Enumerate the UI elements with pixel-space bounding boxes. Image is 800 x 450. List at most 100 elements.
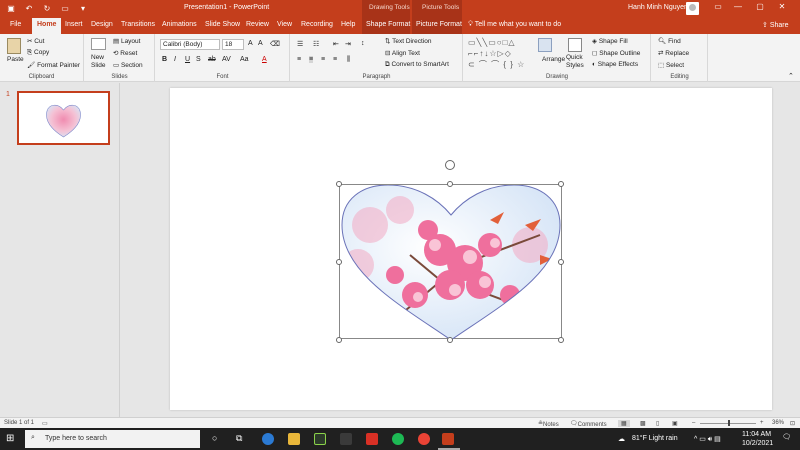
paste-icon[interactable] (7, 38, 21, 54)
heart-picture[interactable] (340, 185, 562, 341)
strikethrough-icon[interactable]: ab (208, 56, 216, 63)
align-text-button[interactable]: ⊟ Align Text (385, 49, 420, 57)
copy-button[interactable]: ⎘ Copy (27, 49, 49, 57)
tab-view[interactable]: View (277, 21, 292, 28)
user-name[interactable]: Hanh Minh Nguyen (628, 4, 688, 11)
wps-icon[interactable] (366, 433, 378, 445)
chrome-icon[interactable] (418, 433, 430, 445)
share-button[interactable]: ⇪ Share (762, 21, 789, 29)
weather-text[interactable]: 81°F Light rain (632, 435, 678, 442)
text-direction-button[interactable]: ⇅ Text Direction (385, 37, 432, 45)
find-button[interactable]: 🔍︎ Find (658, 37, 681, 45)
replace-button[interactable]: ⇄ Replace (658, 49, 689, 57)
accessibility-icon[interactable]: ▭ (42, 420, 48, 427)
resize-handle-left[interactable] (336, 259, 342, 265)
resize-handle-bottom-left[interactable] (336, 337, 342, 343)
save-icon[interactable]: ▣ (6, 3, 16, 13)
collapse-ribbon-icon[interactable]: ⌃ (788, 72, 794, 80)
notes-button[interactable]: ≗ Notes (538, 420, 559, 428)
taskbar-search[interactable]: ⌕ Type here to search (25, 430, 200, 448)
redo-icon[interactable]: ↻ (42, 3, 52, 13)
select-button[interactable]: ⬚ Select (658, 61, 684, 69)
character-spacing-icon[interactable]: AV (222, 56, 231, 63)
align-center-icon[interactable]: ≡ (309, 56, 314, 63)
weather-icon[interactable]: ☁ (618, 435, 625, 443)
windows-start-icon[interactable]: ⊞ (6, 433, 14, 444)
shadow-icon[interactable]: S (196, 56, 201, 63)
paste-label[interactable]: Paste (7, 56, 24, 63)
change-case-icon[interactable]: Aa (240, 56, 249, 63)
new-slide-icon[interactable] (91, 38, 106, 50)
clock-time[interactable]: 11:04 AM (742, 431, 771, 438)
slide-canvas[interactable] (170, 88, 772, 410)
font-family-select[interactable]: Calibri (Body) (160, 39, 220, 50)
bullets-icon[interactable]: ☰ (297, 40, 303, 48)
maximize-icon[interactable]: ▢ (754, 2, 766, 11)
system-tray-icons[interactable]: ^ ▭ 🔊︎ ▤ (694, 435, 721, 444)
format-painter-button[interactable]: 🖌︎ Format Painter (27, 61, 80, 69)
shape-fill-button[interactable]: ◈ Shape Fill (592, 37, 628, 45)
section-button[interactable]: ▭ Section (113, 61, 143, 69)
zoom-out-icon[interactable]: – (692, 420, 695, 426)
slide-sorter-icon[interactable]: ▩ (640, 420, 646, 427)
font-color-icon[interactable]: A (262, 56, 267, 63)
minimize-icon[interactable]: — (732, 2, 744, 11)
normal-view-icon[interactable]: ▦ (618, 420, 630, 427)
resize-handle-top-right[interactable] (558, 181, 564, 187)
customize-qat-icon[interactable]: ▾ (78, 3, 88, 13)
tab-recording[interactable]: Recording (301, 21, 333, 28)
clock-date[interactable]: 10/2/2021 (742, 440, 773, 447)
reading-view-icon[interactable]: ▯ (656, 420, 659, 427)
decrease-font-icon[interactable]: A (258, 40, 263, 47)
tab-insert[interactable]: Insert (65, 21, 83, 28)
tab-design[interactable]: Design (91, 21, 113, 28)
tell-me-search[interactable]: 💡︎ Tell me what you want to do (468, 21, 561, 29)
tab-review[interactable]: Review (246, 21, 269, 28)
spotify-icon[interactable] (392, 433, 404, 445)
clear-formatting-icon[interactable]: ⌫ (270, 40, 280, 48)
resize-handle-top[interactable] (447, 181, 453, 187)
resize-handle-bottom-right[interactable] (558, 337, 564, 343)
tab-help[interactable]: Help (341, 21, 355, 28)
reset-button[interactable]: ⟲ Reset (113, 49, 137, 57)
undo-icon[interactable]: ↶ (24, 3, 34, 13)
task-view-icon[interactable]: ⧉ (236, 433, 242, 444)
underline-icon[interactable]: U (185, 56, 190, 63)
ribbon-display-options-icon[interactable]: ▭ (712, 2, 724, 11)
resize-handle-bottom[interactable] (447, 337, 453, 343)
align-right-icon[interactable]: ≡ (321, 56, 325, 63)
increase-indent-icon[interactable]: ⇥ (345, 40, 351, 48)
avatar[interactable] (686, 2, 699, 15)
resize-handle-right[interactable] (558, 259, 564, 265)
rotate-handle[interactable] (445, 160, 455, 170)
shape-effects-button[interactable]: ◐ Shape Effects (592, 61, 638, 68)
tab-home[interactable]: Home (32, 18, 62, 34)
tab-shape-format[interactable]: Shape Format (366, 21, 410, 28)
arrange-icon[interactable] (538, 38, 552, 52)
tab-file[interactable]: File (10, 21, 21, 28)
quick-styles-label[interactable]: Quick Styles (566, 54, 588, 70)
new-slide-label[interactable]: New Slide (91, 54, 111, 70)
layout-button[interactable]: ▤ Layout (113, 37, 140, 45)
increase-font-icon[interactable]: A (248, 40, 253, 47)
font-size-select[interactable]: 18 (222, 39, 244, 50)
align-left-icon[interactable]: ≡ (297, 56, 301, 63)
numbering-icon[interactable]: ☷ (313, 40, 319, 48)
file-explorer-icon[interactable] (288, 433, 300, 445)
tab-transitions[interactable]: Transitions (121, 21, 155, 28)
tab-slide-show[interactable]: Slide Show (205, 21, 240, 28)
zoom-in-icon[interactable]: + (760, 420, 764, 426)
fit-slide-icon[interactable]: ⊡ (790, 420, 795, 427)
shape-outline-button[interactable]: ◻ Shape Outline (592, 49, 640, 57)
tab-picture-format[interactable]: Picture Format (416, 21, 462, 28)
slide-thumbnail[interactable] (17, 91, 110, 145)
line-spacing-icon[interactable]: ↕ (361, 40, 365, 47)
convert-smartart-button[interactable]: ⧉ Convert to SmartArt (385, 61, 449, 69)
comments-button[interactable]: 🗨︎ Comments (570, 420, 607, 428)
notifications-icon[interactable]: 🗨︎ (782, 433, 791, 441)
arrange-label[interactable]: Arrange (542, 56, 565, 63)
bold-icon[interactable]: B (162, 56, 167, 63)
cortana-icon[interactable]: ○ (212, 433, 217, 443)
italic-icon[interactable]: I (174, 56, 176, 63)
tab-animations[interactable]: Animations (162, 21, 197, 28)
